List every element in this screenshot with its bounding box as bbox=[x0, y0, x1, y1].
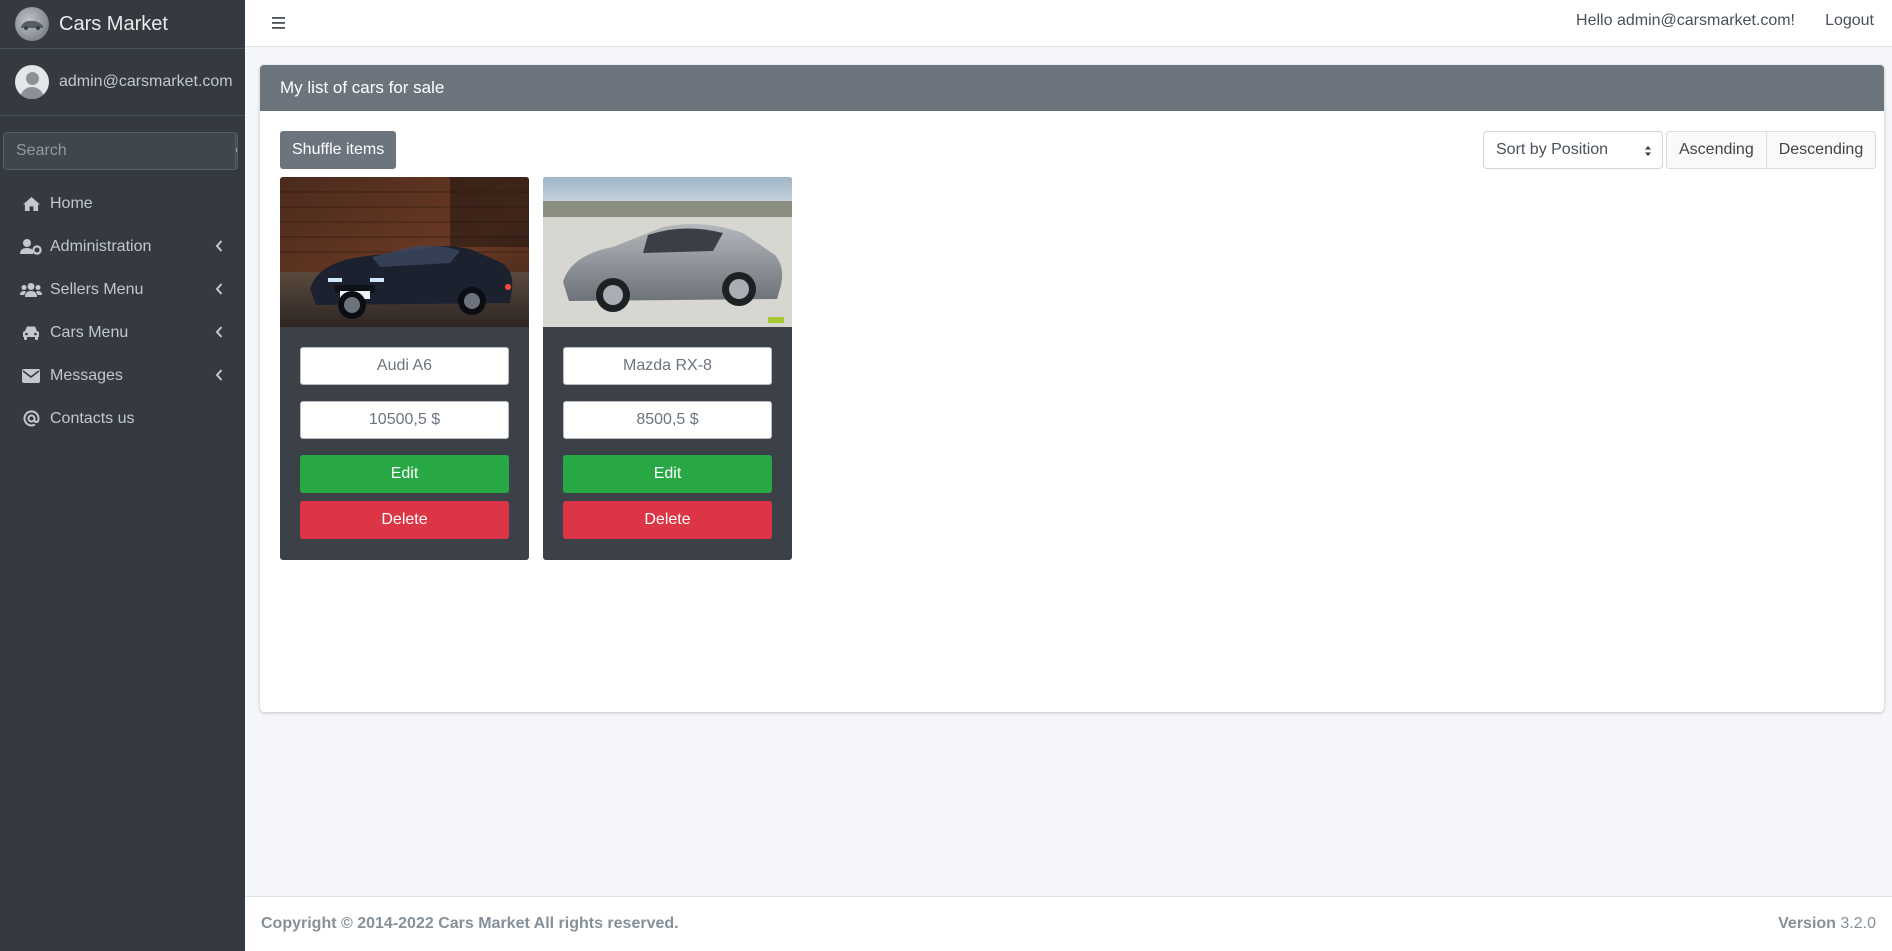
user-email: admin@carsmarket.com bbox=[59, 73, 233, 90]
users-icon bbox=[20, 281, 42, 299]
copyright-text: Copyright © 2014-2022 Cars Market All ri… bbox=[261, 915, 679, 932]
edit-button[interactable]: Edit bbox=[563, 455, 772, 493]
version-number: 3.2.0 bbox=[1840, 915, 1876, 932]
envelope-icon bbox=[20, 367, 42, 385]
hamburger-menu-icon[interactable] bbox=[270, 14, 288, 32]
sidebar-item-label: Cars Menu bbox=[50, 323, 129, 341]
sidebar-item-administration[interactable]: Administration bbox=[0, 225, 245, 268]
logout-link[interactable]: Logout bbox=[1825, 12, 1874, 30]
sidebar-item-home[interactable]: Home bbox=[0, 182, 245, 225]
version-info: Version 3.2.0 bbox=[1778, 915, 1876, 933]
car-icon bbox=[20, 324, 42, 342]
car-image bbox=[543, 177, 792, 327]
sidebar-item-label: Messages bbox=[50, 366, 123, 384]
chevron-left-icon bbox=[215, 283, 223, 295]
greeting-text: Hello admin@carsmarket.com! bbox=[1576, 12, 1795, 29]
ascending-button[interactable]: Ascending bbox=[1666, 131, 1767, 169]
delete-button[interactable]: Delete bbox=[300, 501, 509, 539]
home-icon bbox=[20, 195, 42, 213]
chevron-left-icon bbox=[215, 240, 223, 252]
delete-button[interactable]: Delete bbox=[563, 501, 772, 539]
shuffle-items-button[interactable]: Shuffle items bbox=[280, 131, 397, 169]
sidebar: Cars Market admin@carsmarket.com Home Ad… bbox=[0, 0, 245, 951]
descending-button[interactable]: Descending bbox=[1766, 131, 1877, 169]
car-name-field: Mazda RX-8 bbox=[563, 347, 772, 385]
cars-card: My list of cars for sale Shuffle items S… bbox=[260, 65, 1884, 712]
avatar bbox=[15, 65, 49, 99]
sidebar-item-label: Contacts us bbox=[50, 409, 135, 427]
brand-name: Cars Market bbox=[59, 12, 168, 35]
chevron-left-icon bbox=[215, 326, 223, 338]
search-icon bbox=[236, 146, 237, 153]
at-icon bbox=[20, 410, 42, 428]
sidebar-item-sellers-menu[interactable]: Sellers Menu bbox=[0, 268, 245, 311]
edit-button[interactable]: Edit bbox=[300, 455, 509, 493]
sidebar-item-label: Administration bbox=[50, 237, 152, 255]
sort-select-value: Sort by Position bbox=[1496, 141, 1609, 158]
user-panel[interactable]: admin@carsmarket.com bbox=[0, 49, 245, 116]
sidebar-item-label: Sellers Menu bbox=[50, 280, 144, 298]
select-arrows-icon bbox=[1645, 146, 1651, 156]
version-label: Version bbox=[1778, 915, 1836, 932]
car-price-field: 8500,5 $ bbox=[563, 401, 772, 439]
car-name-field: Audi A6 bbox=[300, 347, 509, 385]
search-input[interactable] bbox=[4, 133, 235, 169]
car-price-field: 10500,5 $ bbox=[300, 401, 509, 439]
sidebar-item-label: Home bbox=[50, 194, 93, 212]
brand-link[interactable]: Cars Market bbox=[0, 0, 245, 49]
sidebar-item-contacts-us[interactable]: Contacts us bbox=[0, 397, 245, 440]
sort-select[interactable]: Sort by Position bbox=[1483, 131, 1663, 169]
sidebar-search bbox=[3, 132, 238, 170]
sidebar-nav: Home Administration Sellers Menu Cars Me… bbox=[0, 182, 245, 440]
top-navbar: Hello admin@carsmarket.com! Logout bbox=[245, 0, 1892, 47]
sidebar-item-messages[interactable]: Messages bbox=[0, 354, 245, 397]
car-item[interactable]: Audi A6 10500,5 $ Edit Delete bbox=[280, 177, 529, 560]
chevron-left-icon bbox=[215, 369, 223, 381]
card-header: My list of cars for sale bbox=[260, 65, 1884, 111]
footer: Copyright © 2014-2022 Cars Market All ri… bbox=[245, 896, 1892, 951]
car-item[interactable]: Mazda RX-8 8500,5 $ Edit Delete bbox=[543, 177, 792, 560]
sidebar-item-cars-menu[interactable]: Cars Menu bbox=[0, 311, 245, 354]
search-button[interactable] bbox=[235, 133, 237, 169]
car-image bbox=[280, 177, 529, 327]
brand-logo-icon bbox=[15, 7, 49, 41]
card-title: My list of cars for sale bbox=[280, 78, 445, 97]
sort-order-group: Ascending Descending bbox=[1666, 131, 1877, 169]
user-cog-icon bbox=[20, 238, 42, 256]
